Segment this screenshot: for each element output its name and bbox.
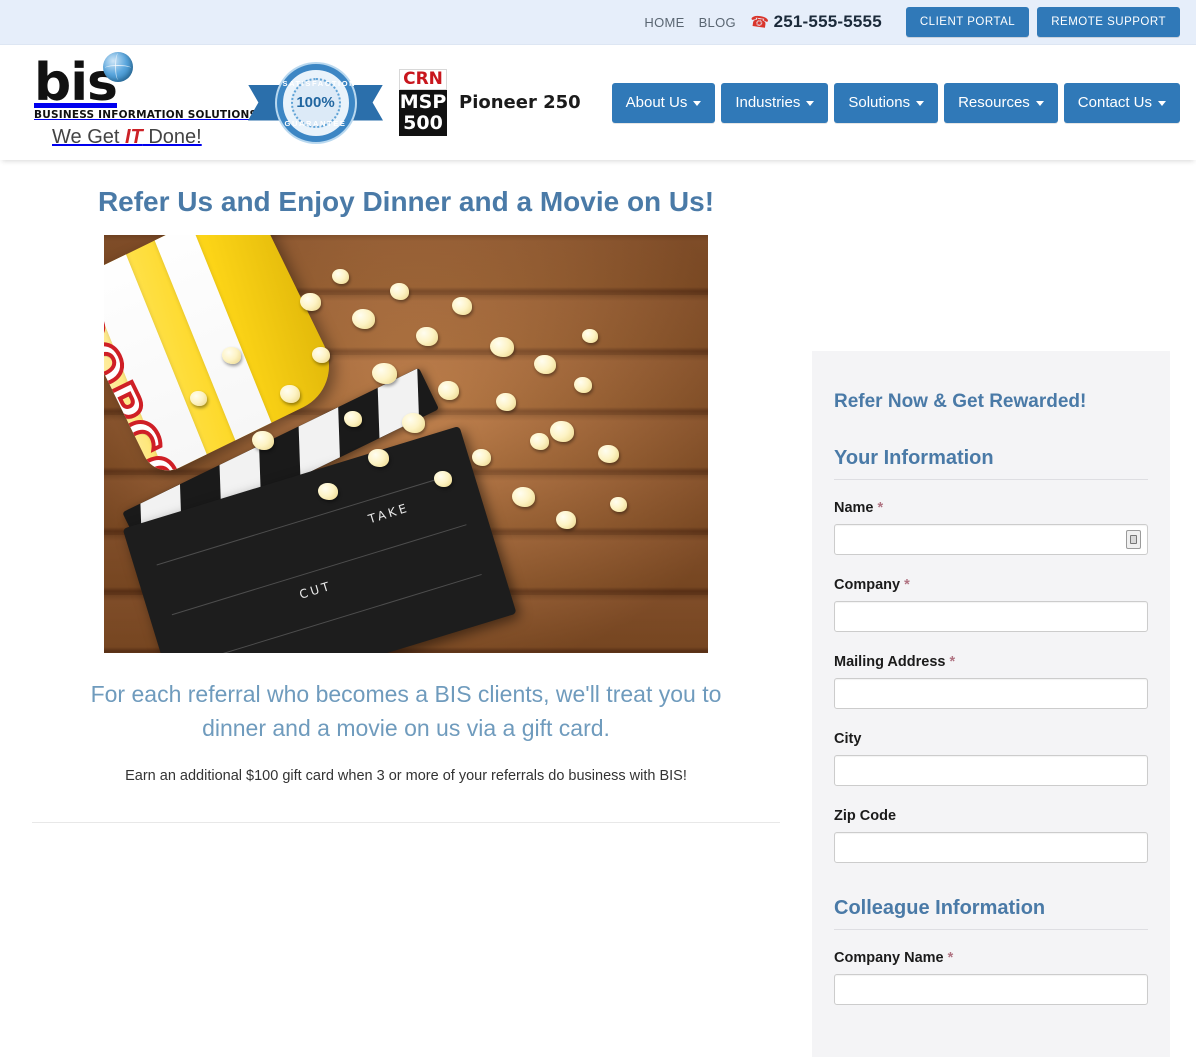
nav-label-resources: Resources xyxy=(958,94,1030,111)
slate-line xyxy=(172,524,467,615)
form-title: Refer Now & Get Rewarded! xyxy=(834,391,1148,413)
chevron-down-icon xyxy=(916,101,924,106)
phone-number-text: 251-555-5555 xyxy=(774,12,882,32)
remote-support-button[interactable]: REMOTE SUPPORT xyxy=(1037,7,1180,37)
label-name: Name * xyxy=(834,500,1148,516)
label-company: Company * xyxy=(834,577,1148,593)
client-portal-button[interactable]: CLIENT PORTAL xyxy=(906,7,1029,37)
globe-icon xyxy=(103,52,133,82)
referral-form-sidebar: Refer Now & Get Rewarded! Your Informati… xyxy=(812,160,1196,1057)
section-heading-colleague-information: Colleague Information xyxy=(834,897,1148,920)
colleague-company-name-input[interactable] xyxy=(834,974,1148,1005)
nav-item-about-us[interactable]: About Us xyxy=(612,83,716,123)
label-text-zip-code: Zip Code xyxy=(834,808,896,824)
top-link-blog[interactable]: BLOG xyxy=(699,15,736,30)
section-divider xyxy=(834,929,1148,930)
logo-wordmark-row: bis xyxy=(34,56,214,108)
guarantee-bottom-text: GUARANTEE xyxy=(283,119,349,128)
section-divider xyxy=(834,479,1148,480)
zip-code-input[interactable] xyxy=(834,832,1148,863)
label-text-mailing-address: Mailing Address xyxy=(834,654,945,670)
chevron-down-icon xyxy=(1036,101,1044,106)
tagline-before: We Get xyxy=(52,126,125,148)
pioneer-250-caption: Pioneer 250 xyxy=(459,92,581,113)
label-colleague-company-name: Company Name * xyxy=(834,950,1148,966)
slate-line xyxy=(187,574,482,653)
crn-msp-500-badge: CRN MSP 500 Pioneer 250 xyxy=(399,69,581,137)
name-field-wrap xyxy=(834,524,1148,555)
mailing-address-input[interactable] xyxy=(834,678,1148,709)
hero-image: POPCORN CUT TAKE xyxy=(104,235,708,653)
tagline-after: Done! xyxy=(143,126,202,148)
referral-form-card: Refer Now & Get Rewarded! Your Informati… xyxy=(812,351,1170,1057)
required-marker: * xyxy=(948,950,954,966)
nav-item-industries[interactable]: Industries xyxy=(721,83,828,123)
label-zip-code: Zip Code xyxy=(834,808,1148,824)
guarantee-percent-text: 100% xyxy=(296,94,334,111)
crn-label: CRN xyxy=(399,69,447,91)
nav-item-solutions[interactable]: Solutions xyxy=(834,83,938,123)
nav-label-industries: Industries xyxy=(735,94,800,111)
msp-text: MSP xyxy=(399,92,447,113)
phone-icon: ☎ xyxy=(749,13,770,30)
page-main: Refer Us and Enjoy Dinner and a Movie on… xyxy=(0,160,1196,1057)
required-marker: * xyxy=(878,500,884,516)
site-header: bis BUSINESS INFORMATION SOLUTIONS We Ge… xyxy=(0,45,1196,160)
name-input[interactable] xyxy=(834,524,1148,555)
nav-label-solutions: Solutions xyxy=(848,94,910,111)
city-input[interactable] xyxy=(834,755,1148,786)
satisfaction-guarantee-badge: SATISFACTION 100% GUARANTEE xyxy=(248,63,383,143)
chevron-down-icon xyxy=(693,101,701,106)
clapper-cut-text: CUT xyxy=(298,579,334,602)
nav-item-contact-us[interactable]: Contact Us xyxy=(1064,83,1180,123)
utility-top-bar: HOME BLOG ☎ 251-555-5555 CLIENT PORTAL R… xyxy=(0,0,1196,45)
autofill-contact-icon[interactable] xyxy=(1126,530,1141,549)
nav-item-resources[interactable]: Resources xyxy=(944,83,1058,123)
lead-paragraph: For each referral who becomes a BIS clie… xyxy=(56,678,756,746)
label-city: City xyxy=(834,731,1148,747)
clapper-take-text: TAKE xyxy=(367,501,411,527)
page-title: Refer Us and Enjoy Dinner and a Movie on… xyxy=(0,184,812,219)
nav-label-about-us: About Us xyxy=(626,94,688,111)
content-divider xyxy=(32,822,780,823)
guarantee-seal-icon: SATISFACTION 100% GUARANTEE xyxy=(277,64,355,142)
crn-badge-graphic: CRN MSP 500 xyxy=(399,69,447,137)
msp-500-label: MSP 500 xyxy=(399,90,447,136)
label-text-colleague-company-name: Company Name xyxy=(834,950,944,966)
company-input[interactable] xyxy=(834,601,1148,632)
required-marker: * xyxy=(950,654,956,670)
chevron-down-icon xyxy=(1158,101,1166,106)
section-heading-your-information: Your Information xyxy=(834,447,1148,470)
label-text-city: City xyxy=(834,731,861,747)
five-hundred-text: 500 xyxy=(399,113,447,134)
label-text-company: Company xyxy=(834,577,900,593)
chevron-down-icon xyxy=(806,101,814,106)
content-column: Refer Us and Enjoy Dinner and a Movie on… xyxy=(0,160,812,1057)
logo-tagline: We Get IT Done! xyxy=(52,126,214,149)
required-marker: * xyxy=(904,577,910,593)
bonus-note: Earn an additional $100 gift card when 3… xyxy=(0,768,812,784)
phone-number-block[interactable]: ☎ 251-555-5555 xyxy=(750,12,882,32)
site-logo[interactable]: bis BUSINESS INFORMATION SOLUTIONS We Ge… xyxy=(34,56,214,149)
top-link-home[interactable]: HOME xyxy=(644,15,684,30)
nav-label-contact-us: Contact Us xyxy=(1078,94,1152,111)
label-text-name: Name xyxy=(834,500,874,516)
tagline-accent: IT xyxy=(125,126,143,148)
label-mailing-address: Mailing Address * xyxy=(834,654,1148,670)
guarantee-top-text: SATISFACTION xyxy=(283,79,349,88)
primary-navigation: About Us Industries Solutions Resources … xyxy=(612,83,1180,123)
